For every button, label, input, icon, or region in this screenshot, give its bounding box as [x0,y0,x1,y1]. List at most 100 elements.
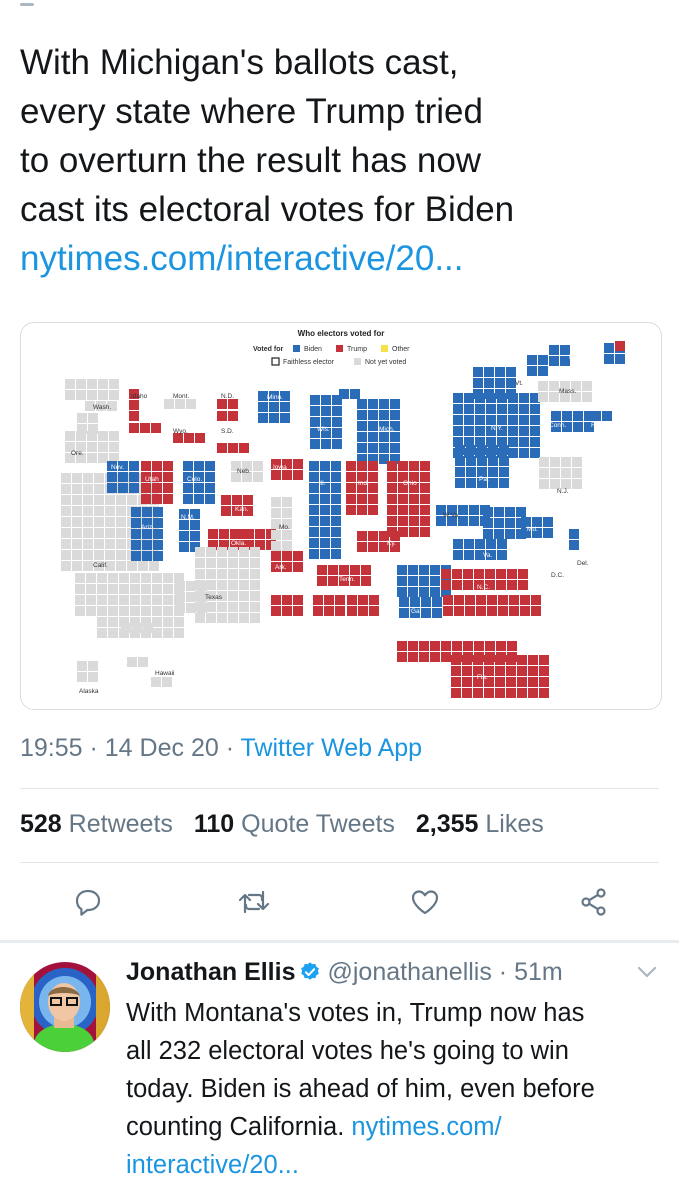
electoral-vote-cell [116,528,126,538]
electoral-vote-cell [495,389,505,399]
tweet-link[interactable]: nytimes.com/interactive/20... [20,234,660,283]
electoral-vote-cell [368,472,378,482]
electoral-vote-cell [152,617,162,627]
state-label: N.H. [569,354,582,361]
electoral-vote-cell [280,402,290,412]
electoral-vote-cell [390,443,400,453]
state-label: D.C. [551,572,564,579]
state-label: N.M. [181,514,195,521]
state-label: Vt. [515,380,523,387]
electoral-vote-cell [75,573,85,583]
reply-button[interactable] [66,880,110,924]
electoral-vote-cell [573,411,583,421]
electoral-vote-cell [528,666,538,676]
electoral-vote-cell [528,655,538,665]
reply-time[interactable]: 51m [514,958,563,986]
like-button[interactable] [403,880,447,924]
electoral-vote-cell [153,518,163,528]
state-label: Neb. [237,468,251,475]
electoral-vote-cell [464,393,474,403]
electoral-vote-cell [119,595,129,605]
electoral-vote-cell [83,528,93,538]
quotes-stat[interactable]: 110 Quote Tweets [194,810,395,838]
state-label: Ore. [71,450,84,457]
likes-stat[interactable]: 2,355 Likes [416,810,544,838]
electoral-vote-cell [452,569,462,579]
electoral-vote-cell [473,378,483,388]
electoral-vote-cell [206,547,216,557]
electoral-vote-cell [357,461,367,471]
electoral-vote-cell [127,495,137,505]
chevron-down-icon[interactable] [636,964,658,980]
state-label: Ark. [275,564,287,571]
electoral-vote-cell [94,550,104,560]
electoral-vote-cell [61,561,71,571]
share-button[interactable] [572,880,616,924]
electoral-vote-cell [61,495,71,505]
electoral-vote-cell [486,404,496,414]
electoral-vote-cell [317,576,327,586]
electoral-vote-cell [409,527,419,537]
reply-handle[interactable]: @jonathanellis [327,958,491,986]
electoral-vote-cell [183,461,193,471]
electoral-vote-cell [397,652,407,662]
state-label: Pa. [479,476,489,483]
electoral-vote-cell [485,641,495,651]
electoral-vote-cell [142,507,152,517]
electoral-vote-cell [108,628,118,638]
electoral-vote-cell [61,550,71,560]
state-label: Ariz. [141,524,154,531]
electoral-vote-cell [473,688,483,698]
electoral-vote-cell [379,443,389,453]
electoral-map-image[interactable]: Who electors voted for Voted for Biden T… [20,322,662,710]
electoral-vote-cell [271,551,281,561]
electoral-vote-cell [116,495,126,505]
electoral-vote-cell [228,580,238,590]
electoral-vote-cell [86,606,96,616]
electoral-vote-cell [484,389,494,399]
electoral-vote-cell [116,561,126,571]
electoral-vote-cell [320,505,330,515]
retweets-stat[interactable]: 528 Retweets [20,810,173,838]
electoral-vote-cell [282,508,292,518]
electoral-vote-cell [494,507,504,517]
electoral-vote-cell [387,494,397,504]
electoral-vote-cell [397,576,407,586]
electoral-vote-cell [282,595,292,605]
electoral-vote-cell [138,657,148,667]
electoral-vote-cell [453,404,463,414]
electoral-vote-cell [561,457,571,467]
electoral-vote-cell [228,399,238,409]
reply-link[interactable]: nytimes.com/ [351,1113,501,1141]
electoral-vote-cell [163,483,173,493]
electoral-vote-cell [105,550,115,560]
electoral-vote-cell [572,468,582,478]
reply-link-cont[interactable]: interactive/20... [126,1146,646,1184]
avatar[interactable] [20,962,110,1052]
electoral-vote-cell [86,573,96,583]
electoral-vote-cell [538,366,548,376]
electoral-vote-cell [109,390,119,400]
tweet-text-line: cast its electoral votes for Biden [20,190,515,229]
electoral-vote-cell [517,677,527,687]
reply-author-name[interactable]: Jonathan Ellis [126,958,295,986]
electoral-vote-cell [152,494,162,504]
tweet-text-line: to overturn the result has now [20,141,482,180]
electoral-vote-cell [309,483,319,493]
tweet-date: 14 Dec 20 [104,734,219,762]
electoral-vote-cell [486,539,496,549]
electoral-vote-cell [116,506,126,516]
retweet-button[interactable] [232,880,276,924]
electoral-vote-cell [129,483,139,493]
electoral-vote-cell [530,404,540,414]
electoral-vote-cell [483,518,493,528]
avatar-photo [20,962,110,1052]
state-label: N.J. [557,488,569,495]
electoral-vote-cell [361,576,371,586]
tweet-source-app[interactable]: Twitter Web App [241,734,423,762]
electoral-vote-cell [454,595,464,605]
electoral-vote-cell [519,437,529,447]
electoral-vote-cell [421,608,431,618]
electoral-vote-cell [317,565,327,575]
electoral-vote-cell [140,423,150,433]
